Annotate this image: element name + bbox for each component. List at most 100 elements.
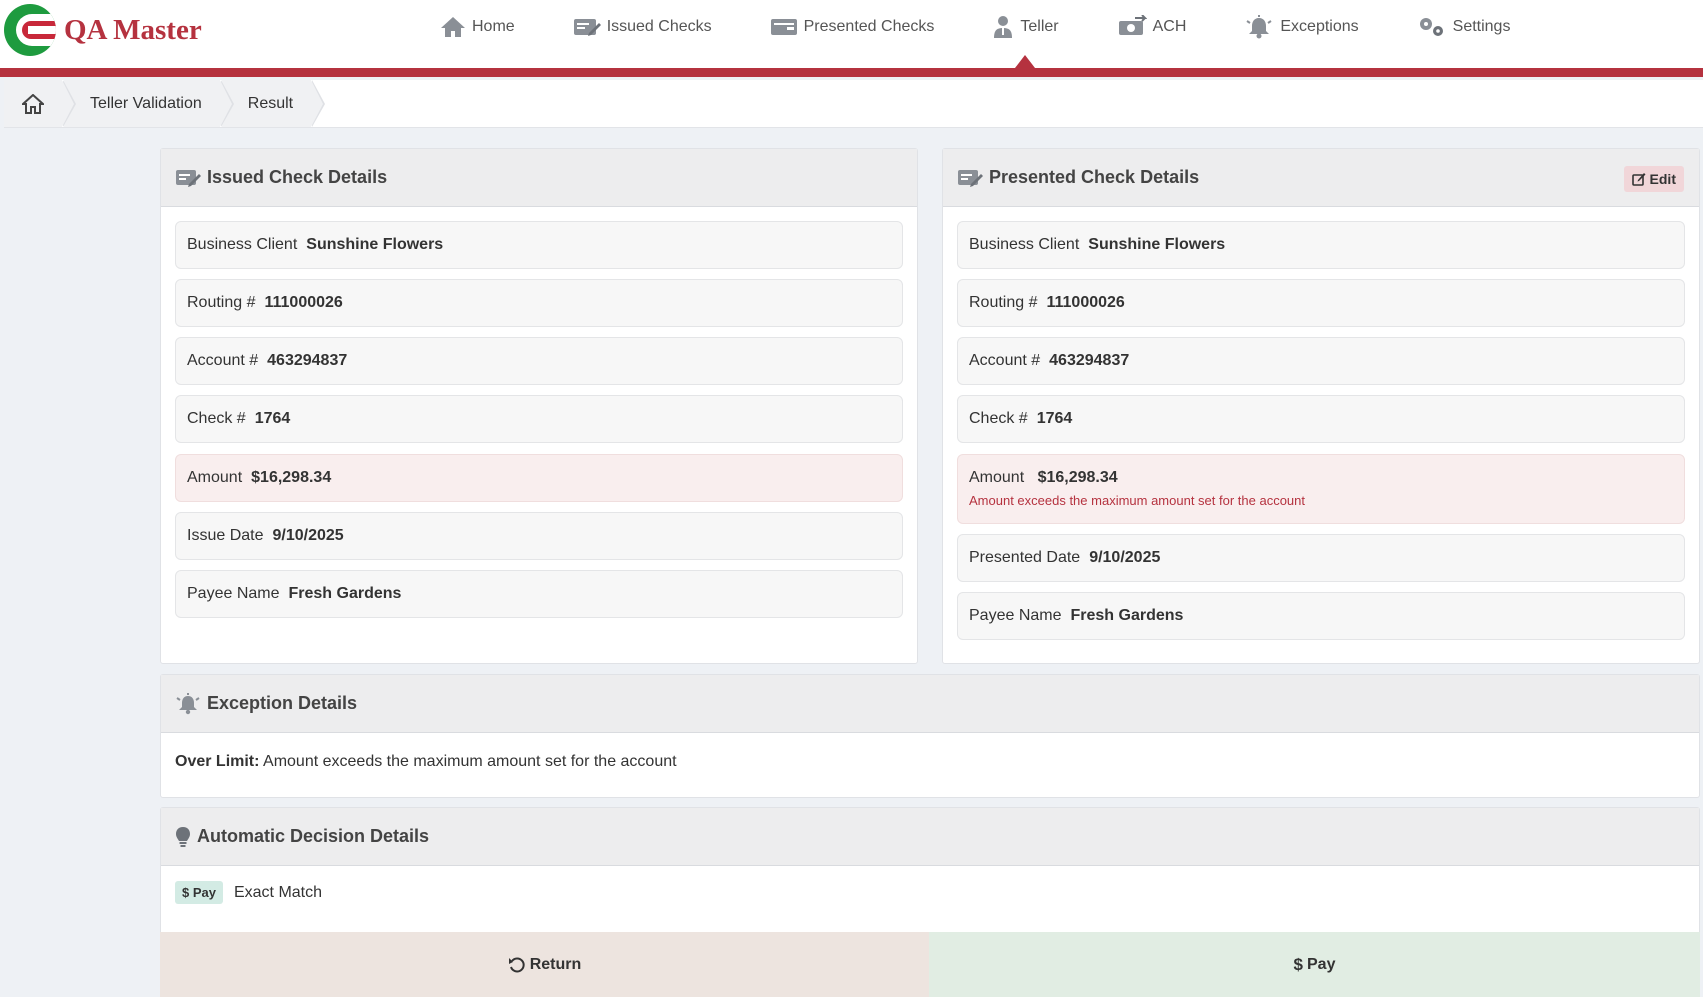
logo-icon xyxy=(4,4,56,56)
undo-icon xyxy=(508,956,525,972)
presented-account: Account # 463294837 xyxy=(957,337,1685,385)
presented-routing: Routing # 111000026 xyxy=(957,279,1685,327)
presented-date: Presented Date 9/10/2025 xyxy=(957,534,1685,582)
edit-button[interactable]: Edit xyxy=(1623,166,1684,192)
field-label: Check # xyxy=(969,410,1028,427)
nav-settings-label: Settings xyxy=(1452,18,1511,35)
field-label: Check # xyxy=(187,410,246,427)
breadcrumb-teller-validation[interactable]: Teller Validation xyxy=(64,80,234,127)
issued-check-panel: Issued Check Details Business Client Sun… xyxy=(160,148,918,664)
nav-settings[interactable]: Settings xyxy=(1417,0,1511,54)
nav-ach-label: ACH xyxy=(1152,18,1187,35)
nav-exceptions-label: Exceptions xyxy=(1280,18,1359,35)
main-nav: Home Issued Checks Presented Checks Tell… xyxy=(440,0,1568,68)
top-navbar: QA Master Home Issued Checks Presented C… xyxy=(0,0,1703,68)
bell-icon xyxy=(1246,15,1272,39)
issued-issue-date: Issue Date 9/10/2025 xyxy=(175,512,903,560)
breadcrumb-result: Result xyxy=(221,80,326,127)
presented-checks-icon xyxy=(770,19,797,35)
issued-account: Account # 463294837 xyxy=(175,337,903,385)
edit-icon xyxy=(1631,173,1646,186)
decision-badge: $ Pay xyxy=(175,881,223,904)
presented-business-client: Business Client Sunshine Flowers xyxy=(957,221,1685,269)
amount-warning: Amount exceeds the maximum amount set fo… xyxy=(969,493,1306,508)
field-label: Routing # xyxy=(187,294,256,311)
nav-presented-checks-label: Presented Checks xyxy=(803,18,935,35)
check-edit-icon xyxy=(958,169,983,187)
nav-issued-checks-label: Issued Checks xyxy=(606,18,712,35)
gears-icon xyxy=(1419,18,1443,36)
nav-exceptions[interactable]: Exceptions xyxy=(1244,0,1359,54)
presented-amount: Amount $16,298.34 Amount exceeds the max… xyxy=(957,454,1685,524)
exception-type: Over Limit: xyxy=(175,753,260,770)
edit-button-label: Edit xyxy=(1649,171,1676,187)
header-accent-bar xyxy=(0,68,1703,77)
field-value: 463294837 xyxy=(1049,352,1130,369)
field-label: Business Client xyxy=(969,236,1080,253)
field-value: $16,298.34 xyxy=(1037,469,1118,486)
nav-ach[interactable]: ACH xyxy=(1117,0,1187,54)
field-label: Account # xyxy=(969,352,1041,369)
home-icon xyxy=(441,17,465,37)
exception-title: Exception Details xyxy=(207,693,358,713)
nav-presented-checks[interactable]: Presented Checks xyxy=(770,0,935,54)
field-label: Presented Date xyxy=(969,549,1081,566)
nav-home[interactable]: Home xyxy=(440,0,515,54)
presented-check-title: Presented Check Details xyxy=(989,167,1200,187)
ach-icon xyxy=(1118,15,1147,35)
field-value: 1764 xyxy=(1036,410,1073,427)
exception-message: Amount exceeds the maximum amount set fo… xyxy=(263,753,677,770)
issued-business-client: Business Client Sunshine Flowers xyxy=(175,221,903,269)
decision-result: Exact Match xyxy=(233,883,323,901)
field-value: 111000026 xyxy=(264,294,343,311)
nav-home-label: Home xyxy=(472,18,515,35)
issued-checks-icon xyxy=(573,19,601,36)
field-label: Business Client xyxy=(187,236,298,253)
field-label: Amount xyxy=(969,469,1025,486)
exception-panel: Exception Details Over Limit: Amount exc… xyxy=(160,674,1700,798)
field-value: Sunshine Flowers xyxy=(1088,236,1226,253)
return-button[interactable]: Return xyxy=(160,932,929,997)
issued-amount: Amount $16,298.34 xyxy=(175,454,903,502)
presented-payee: Payee Name Fresh Gardens xyxy=(957,592,1685,640)
field-value: Fresh Gardens xyxy=(288,585,402,602)
presented-check-header: Presented Check Details Edit xyxy=(943,149,1699,207)
issued-check-header: Issued Check Details xyxy=(161,149,917,207)
exception-body: Over Limit: Amount exceeds the maximum a… xyxy=(161,733,1699,791)
dollar-icon: $ xyxy=(1293,954,1303,974)
field-value: 111000026 xyxy=(1046,294,1125,311)
field-value: 1764 xyxy=(254,410,291,427)
presented-check-number: Check # 1764 xyxy=(957,395,1685,443)
field-value: Sunshine Flowers xyxy=(306,236,444,253)
decision-badge-label: Pay xyxy=(192,885,216,900)
pay-button-label: Pay xyxy=(1307,955,1336,973)
issued-check-title: Issued Check Details xyxy=(207,167,388,187)
decision-header: Automatic Decision Details xyxy=(161,808,1699,866)
field-label: Routing # xyxy=(969,294,1038,311)
nav-issued-checks[interactable]: Issued Checks xyxy=(573,0,712,54)
app-logo[interactable]: QA Master xyxy=(4,4,202,56)
decision-body: $ Pay Exact Match xyxy=(161,866,1699,919)
nav-teller[interactable]: Teller xyxy=(992,0,1059,68)
field-label: Payee Name xyxy=(187,585,280,602)
presented-check-panel: Presented Check Details Edit Business Cl… xyxy=(942,148,1700,664)
app-title: QA Master xyxy=(64,13,202,46)
home-icon xyxy=(22,93,44,114)
return-button-label: Return xyxy=(529,955,582,973)
lightbulb-icon xyxy=(176,826,190,847)
nav-teller-label: Teller xyxy=(1020,18,1059,35)
field-label: Account # xyxy=(187,352,259,369)
dollar-icon: $ xyxy=(182,885,193,900)
field-value: Fresh Gardens xyxy=(1070,607,1184,624)
field-value: $16,298.34 xyxy=(251,469,332,486)
pay-button[interactable]: $ Pay xyxy=(929,932,1700,997)
issued-check-number: Check # 1764 xyxy=(175,395,903,443)
breadcrumb-home[interactable] xyxy=(4,80,76,127)
check-edit-icon xyxy=(176,169,201,187)
exception-header: Exception Details xyxy=(161,675,1699,733)
field-label: Amount xyxy=(187,469,243,486)
breadcrumb: Teller Validation Result xyxy=(4,80,1703,128)
issued-routing: Routing # 111000026 xyxy=(175,279,903,327)
teller-icon xyxy=(994,16,1013,38)
decision-title: Automatic Decision Details xyxy=(197,826,430,846)
